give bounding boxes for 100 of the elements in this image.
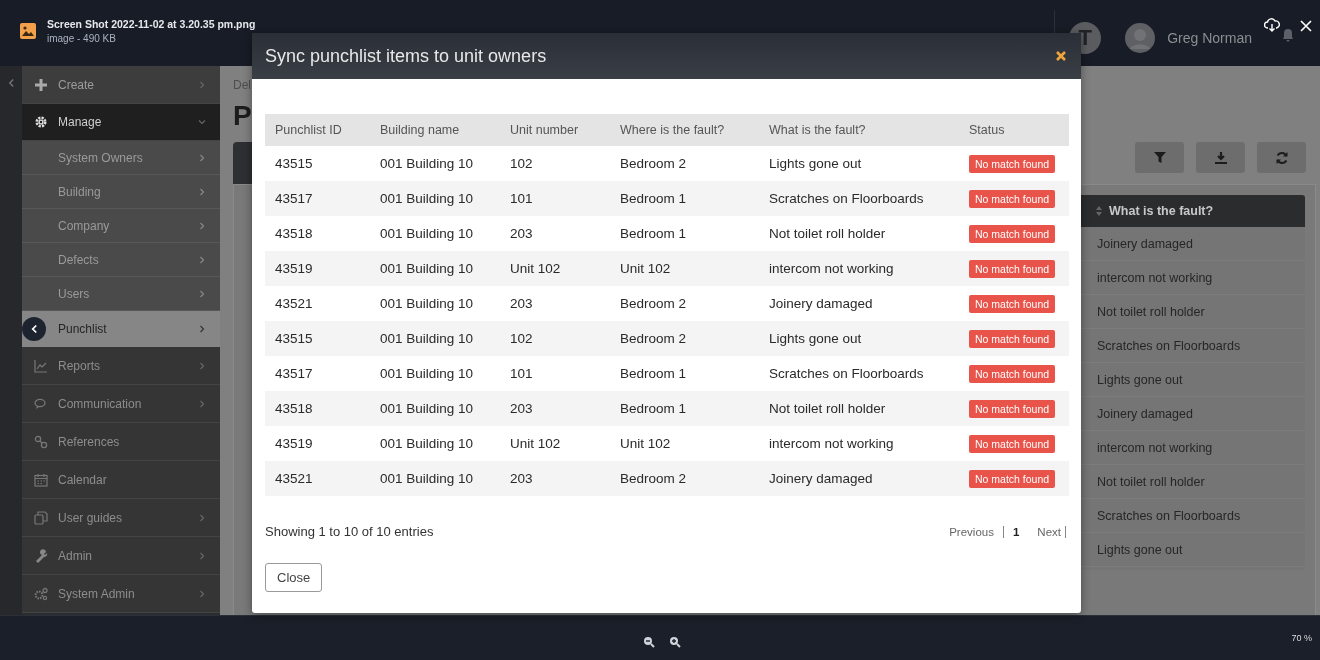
sidebar-item[interactable]: System Admin xyxy=(22,575,220,613)
chevron-right-icon xyxy=(198,325,206,333)
close-button[interactable] xyxy=(1055,50,1067,62)
chevron-right-icon xyxy=(198,289,206,298)
table-cell: 001 Building 10 xyxy=(370,391,500,426)
table-cell: Bedroom 1 xyxy=(610,391,759,426)
sidebar-item[interactable]: Company xyxy=(22,209,220,243)
table-cell: intercom not working xyxy=(759,426,959,461)
table-cell: Unit 102 xyxy=(500,251,610,286)
table-cell: Bedroom 2 xyxy=(610,461,759,496)
modal-title: Sync punchlist items to unit owners xyxy=(265,45,548,67)
table-cell: Scratches on Floorboards xyxy=(759,356,959,391)
table-cell: 001 Building 10 xyxy=(370,426,500,461)
table-cell: 001 Building 10 xyxy=(370,321,500,356)
chevron-right-icon xyxy=(198,589,206,598)
chevron-right-icon xyxy=(198,153,206,162)
close-button[interactable]: Close xyxy=(265,563,323,592)
table-cell: Bedroom 2 xyxy=(610,146,759,181)
status-badge: No match found xyxy=(969,225,1056,243)
column-header[interactable]: Where is the fault? xyxy=(610,114,759,146)
status-badge: No match found xyxy=(969,365,1056,383)
sidebar-item[interactable]: System Owners xyxy=(22,141,220,175)
table-cell: Lights gone out xyxy=(759,321,959,356)
zoom-level: 70 % xyxy=(1291,632,1313,645)
file-info: image - 490 KB xyxy=(47,33,117,44)
sidebar-item[interactable]: Manage xyxy=(22,104,220,141)
column-header[interactable]: Punchlist ID xyxy=(265,114,370,146)
column-header[interactable]: What is the fault? xyxy=(759,114,959,146)
table-cell: Lights gone out xyxy=(759,146,959,181)
table-cell: Unit 102 xyxy=(610,251,759,286)
table-cell: 001 Building 10 xyxy=(370,181,500,216)
chat-icon xyxy=(34,396,48,411)
user-name[interactable]: Greg Norman xyxy=(1167,30,1252,46)
table-cell: intercom not working xyxy=(759,251,959,286)
chevron-right-icon xyxy=(198,399,206,408)
sidebar-item[interactable]: Punchlist xyxy=(22,311,220,347)
zoom-in-icon[interactable] xyxy=(669,636,681,648)
sidebar-item[interactable]: Admin xyxy=(22,537,220,575)
sidebar-item[interactable]: Reports xyxy=(22,347,220,385)
column-header[interactable]: Status xyxy=(959,114,1069,146)
close-icon xyxy=(1055,50,1067,62)
filter-button[interactable] xyxy=(1135,142,1184,173)
table-cell: Bedroom 2 xyxy=(610,286,759,321)
chevron-right-icon xyxy=(198,551,206,560)
copy-icon xyxy=(34,510,48,525)
table-cell: 001 Building 10 xyxy=(370,286,500,321)
table-cell: 43517 xyxy=(265,356,370,391)
chevron-down-icon xyxy=(198,118,206,126)
column-header[interactable]: Building name xyxy=(370,114,500,146)
table-cell: 43518 xyxy=(265,391,370,426)
refresh-button[interactable] xyxy=(1257,142,1306,173)
gear-icon xyxy=(34,115,48,129)
table-cell: 43519 xyxy=(265,426,370,461)
sidebar-item[interactable]: Create xyxy=(22,66,220,104)
file-name: Screen Shot 2022-11-02 at 3.20.35 pm.png xyxy=(47,18,256,30)
sidebar-item[interactable]: Users xyxy=(22,277,220,311)
sidebar-item[interactable]: Defects xyxy=(22,243,220,277)
table-cell: Not toilet roll holder xyxy=(759,216,959,251)
table-cell: 102 xyxy=(500,146,610,181)
table-cell: Unit 102 xyxy=(500,426,610,461)
table-cell: 203 xyxy=(500,461,610,496)
status-badge: No match found xyxy=(969,330,1056,348)
column-header[interactable]: Unit number xyxy=(500,114,610,146)
sidebar-item[interactable]: User guides xyxy=(22,499,220,537)
plus-icon xyxy=(34,77,48,92)
column-header[interactable]: What is the fault? xyxy=(1079,195,1305,227)
table-cell: Scratches on Floorboards xyxy=(759,181,959,216)
sidebar-item[interactable]: References xyxy=(22,423,220,461)
pagination-link[interactable]: Next xyxy=(1028,525,1066,538)
page-link[interactable]: 1 xyxy=(1003,525,1029,538)
pagination-link[interactable]: Previous xyxy=(940,525,1004,538)
image-file-icon xyxy=(20,23,36,39)
table-cell: 102 xyxy=(500,321,610,356)
close-icon[interactable] xyxy=(1300,20,1312,32)
chevron-left-icon xyxy=(30,324,38,334)
table-cell: Unit 102 xyxy=(610,426,759,461)
sidebar-item[interactable]: Building xyxy=(22,175,220,209)
status-badge: No match found xyxy=(969,400,1056,418)
chevron-right-icon xyxy=(198,513,206,522)
table-cell: 001 Building 10 xyxy=(370,251,500,286)
table-cell: 43519 xyxy=(265,251,370,286)
table-cell: Bedroom 1 xyxy=(610,356,759,391)
collapse-button[interactable] xyxy=(22,317,46,341)
cloud-download-icon[interactable] xyxy=(1264,18,1280,32)
table-cell: 43515 xyxy=(265,321,370,356)
gears-icon xyxy=(34,586,48,601)
chevron-right-icon xyxy=(198,255,206,264)
table-cell: 001 Building 10 xyxy=(370,216,500,251)
chevron-right-icon xyxy=(198,221,206,230)
sidebar-item[interactable]: Calendar xyxy=(22,461,220,499)
table-cell: 101 xyxy=(500,356,610,391)
sidebar-item[interactable]: Communication xyxy=(22,385,220,423)
chevron-left-icon[interactable] xyxy=(7,78,15,88)
zoom-out-icon[interactable] xyxy=(643,636,655,648)
table-cell: 43518 xyxy=(265,216,370,251)
avatar-icon[interactable] xyxy=(1125,23,1156,53)
status-badge: No match found xyxy=(969,260,1056,278)
table-cell: 203 xyxy=(500,391,610,426)
download-button[interactable] xyxy=(1196,142,1245,173)
entries-info: Showing 1 to 10 of 10 entries xyxy=(265,524,435,539)
